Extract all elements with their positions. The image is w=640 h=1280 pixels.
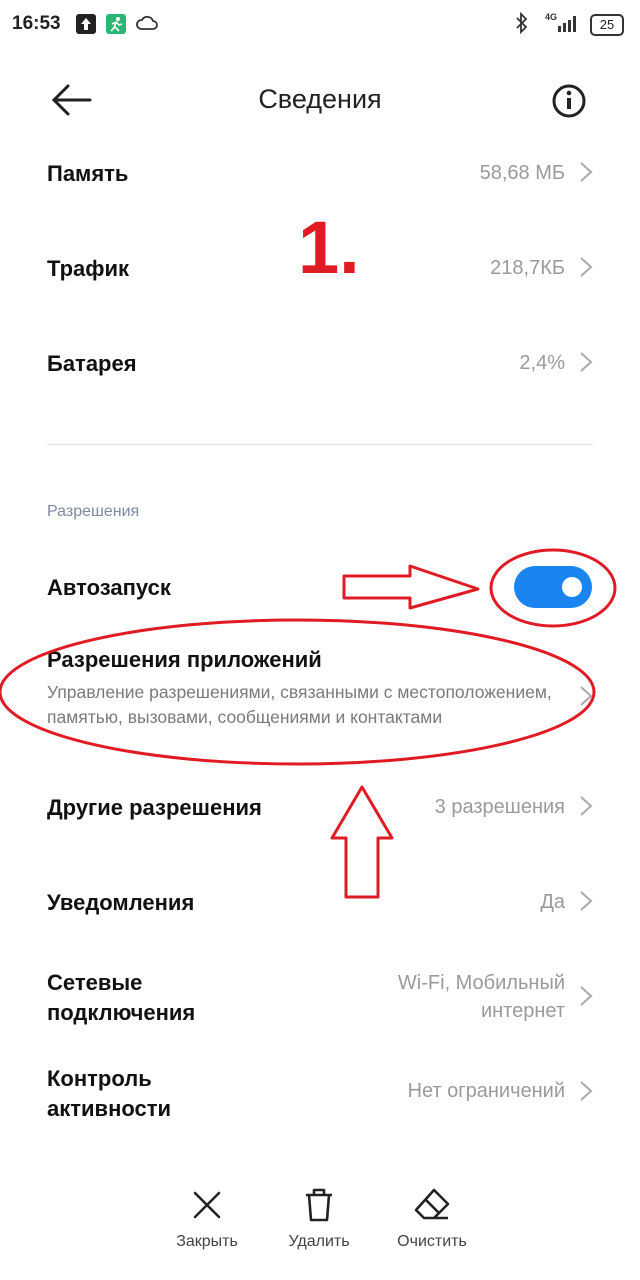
annotation-overlay	[0, 548, 617, 899]
toggle-highlight-ellipse	[489, 548, 617, 628]
right-arrow-annotation	[342, 564, 480, 610]
up-arrow-annotation	[330, 785, 394, 899]
permissions-highlight-ellipse	[0, 618, 596, 766]
